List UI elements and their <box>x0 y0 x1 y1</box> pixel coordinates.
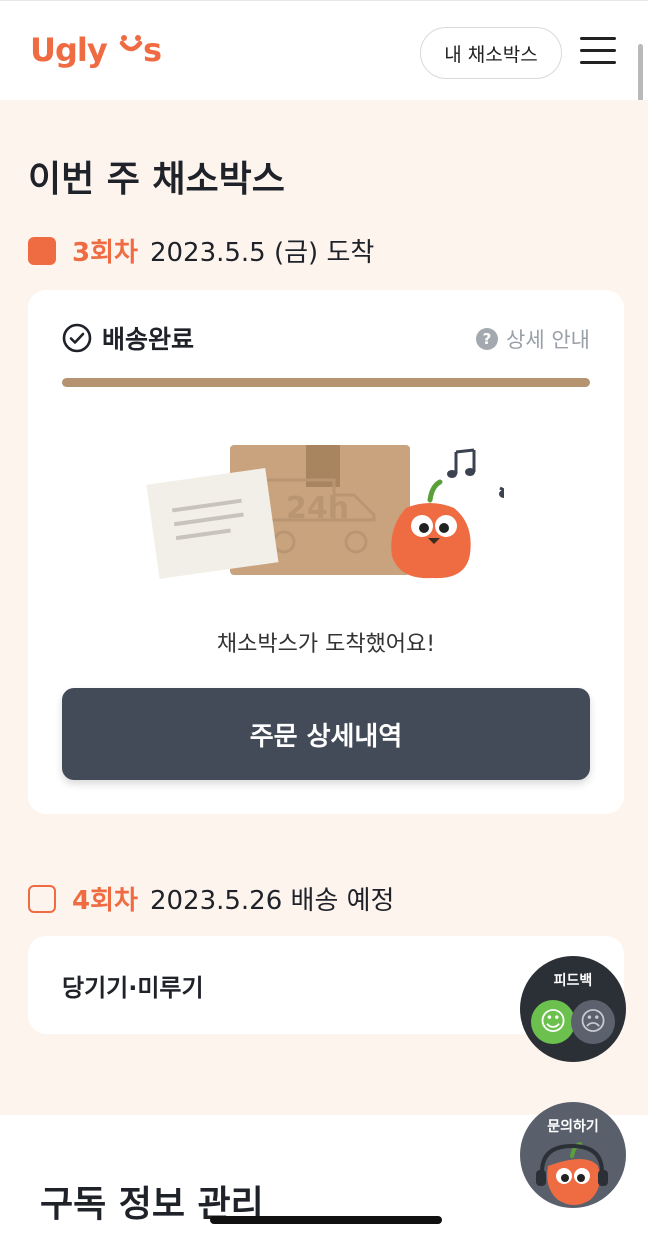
detail-label: 상세 안내 <box>506 328 590 352</box>
logo-mark: Ugly s <box>30 31 162 69</box>
round-date: 2023.5.5 (금) 도착 <box>149 238 375 268</box>
delivery-progress-bar <box>62 378 590 387</box>
smile-icon[interactable]: ☺ <box>531 1000 575 1044</box>
question-icon: ? <box>476 328 499 350</box>
round-empty-icon <box>28 884 56 913</box>
round-filled-icon <box>28 236 56 265</box>
detail-guide-link[interactable]: ? 상세 안내 <box>476 324 590 354</box>
hamburger-icon[interactable] <box>580 37 616 67</box>
svg-text:s: s <box>143 31 161 69</box>
illustration-text: 24h <box>286 491 349 526</box>
feedback-button[interactable]: 피드백 ☺ ☹ <box>520 956 626 1062</box>
frown-icon[interactable]: ☹ <box>571 1000 615 1044</box>
round-number: 4회차 <box>72 886 138 916</box>
feedback-label: 피드백 <box>553 973 593 989</box>
svg-text:Ugly: Ugly <box>30 31 108 69</box>
feedback-faces: ☺ ☹ <box>531 1000 615 1044</box>
my-box-button[interactable]: 내 채소박스 <box>420 27 562 79</box>
round-number: 3회차 <box>72 238 138 268</box>
delivery-card: 배송완료 ? 상세 안내 24h 채소박스가 도착했어요! 주문 상세내역 <box>28 290 624 814</box>
next-round-line: 4회차 2023.5.26 배송 예정 <box>28 880 394 917</box>
order-detail-button[interactable]: 주문 상세내역 <box>62 688 590 780</box>
support-mascot-icon <box>536 1142 608 1205</box>
current-round-line: 3회차 2023.5.5 (금) 도착 <box>28 232 374 269</box>
home-indicator[interactable] <box>210 1216 442 1224</box>
delivered-box-illustration: 24h <box>146 445 504 579</box>
round-date: 2023.5.26 배송 예정 <box>149 886 395 916</box>
page-title: 이번 주 채소박스 <box>28 159 285 200</box>
status-label: 배송완료 <box>102 325 195 354</box>
reschedule-label: 당기기·미루기 <box>62 974 204 1002</box>
arrived-message: 채소박스가 도착했어요! <box>216 632 436 657</box>
check-circle-icon <box>62 323 92 353</box>
inquiry-label: 문의하기 <box>547 1119 599 1135</box>
inquiry-button[interactable]: 문의하기 <box>520 1102 626 1208</box>
app-header: Ugly s 내 채소박스 <box>0 0 648 100</box>
delivery-status: 배송완료 <box>62 320 194 356</box>
logo[interactable]: Ugly s <box>30 29 170 80</box>
